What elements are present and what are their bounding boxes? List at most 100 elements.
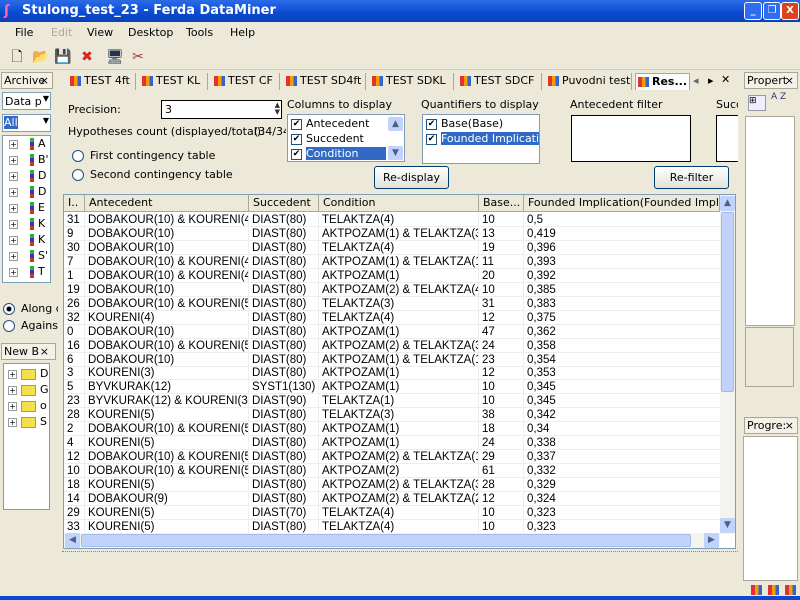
tab-puvodni-test[interactable]: Puvodni test	[546, 73, 632, 90]
table-row[interactable]: 10 DOBAKOUR(10) & KOURENI(5) DIAST(80) AKTP…	[64, 464, 720, 479]
vertical-scroll-thumb[interactable]	[721, 212, 734, 392]
radio-second-contingency[interactable]: Second contingency table	[72, 168, 233, 181]
categorized-icon[interactable]: ⊞	[748, 95, 766, 111]
column-header[interactable]: Base...	[479, 195, 524, 212]
expand-icon[interactable]: +	[9, 204, 18, 213]
table-row[interactable]: 30 DOBAKOUR(10) DIAST(80) TELAKTZA(4) 19 0,39…	[64, 240, 720, 255]
tab-test-4ft[interactable]: TEST 4ft	[68, 73, 136, 90]
archive-tree-item[interactable]: + T	[9, 264, 45, 280]
monitor-icon[interactable]: 🖥	[106, 48, 124, 66]
open-folder-icon[interactable]: 📂	[32, 48, 50, 66]
archive-tree-item[interactable]: + D	[9, 168, 46, 184]
tab-test-sdkl[interactable]: TEST SDKL	[370, 73, 454, 90]
maximize-button[interactable]: ❐	[763, 2, 781, 20]
table-row[interactable]: 29 KOURENI(5) DIAST(70) TELAKTZA(4) 10 0,323	[64, 505, 720, 520]
table-row[interactable]: 5 BYVKURAK(12) SYST1(130) AKTPOZAM(1) 10 0,34…	[64, 380, 720, 395]
table-row[interactable]: 4 KOURENI(5) DIAST(80) AKTPOZAM(1) 24 0,338	[64, 436, 720, 451]
table-row[interactable]: 6 DOBAKOUR(10) DIAST(80) AKTPOZAM(1) & TELA…	[64, 352, 720, 367]
expand-icon[interactable]: +	[9, 188, 18, 197]
table-row[interactable]: 12 DOBAKOUR(10) & KOURENI(5) DIAST(80) AKTP…	[64, 450, 720, 465]
refilter-button[interactable]: Re-filter	[654, 166, 729, 189]
table-row[interactable]: 3 KOURENI(3) DIAST(80) AKTPOZAM(1) 12 0,353	[64, 366, 720, 381]
table-row[interactable]: 32 KOURENI(4) DIAST(80) TELAKTZA(4) 12 0,375	[64, 310, 720, 325]
archive-tree-item[interactable]: + E	[9, 200, 45, 216]
columns-list[interactable]: ✔ Antecedent ✔ Succedent ✔ Condition ▲ ▼	[287, 114, 405, 162]
menu-file[interactable]: File	[15, 26, 33, 39]
scroll-up-icon[interactable]: ▲	[720, 196, 735, 211]
radio-along[interactable]: Along c	[3, 302, 58, 315]
table-row[interactable]: 2 DOBAKOUR(10) & KOURENI(5) DIAST(80) AKTPO…	[64, 422, 720, 437]
expand-icon[interactable]: +	[9, 236, 18, 245]
expand-icon[interactable]: +	[8, 386, 17, 395]
tab-res-[interactable]: Res...	[635, 73, 690, 90]
table-row[interactable]: 28 KOURENI(5) DIAST(80) TELAKTZA(3) 38 0,342	[64, 408, 720, 423]
delete-icon[interactable]: ✖	[78, 48, 96, 66]
archive-tree[interactable]: + A + B' + D + D + E + K + K + S' + T	[2, 135, 51, 283]
scroll-right-icon[interactable]: ▶	[704, 533, 719, 548]
expand-icon[interactable]: +	[9, 140, 18, 149]
expand-icon[interactable]: +	[9, 172, 18, 181]
close-button[interactable]: X	[781, 2, 799, 20]
menu-help[interactable]: Help	[230, 26, 255, 39]
table-row[interactable]: 0 DOBAKOUR(10) DIAST(80) AKTPOZAM(1) 47 0,362	[64, 324, 720, 339]
folder-tree-item[interactable]: + G	[8, 382, 49, 398]
properties-close-icon[interactable]: ×	[785, 73, 794, 88]
expand-icon[interactable]: +	[9, 156, 18, 165]
horizontal-scroll-thumb[interactable]	[81, 534, 691, 547]
precision-stepper[interactable]: 3 ▲ ▼	[161, 100, 282, 119]
newbox-close-icon[interactable]: ×	[40, 344, 49, 359]
data-select[interactable]: Data p ▼	[2, 92, 51, 110]
quantifiers-list[interactable]: ✔Base(Base) ✔Founded Implication	[422, 114, 540, 164]
save-icon[interactable]: 💾	[54, 48, 72, 66]
folder-tree[interactable]: + D + G + o + S	[3, 363, 50, 510]
archive-close-icon[interactable]: ×	[40, 73, 49, 88]
column-header[interactable]: Founded Implication(Founded Implicat...	[524, 195, 720, 212]
tab-test-cf[interactable]: TEST CF	[212, 73, 280, 90]
table-row[interactable]: 26 DOBAKOUR(10) & KOURENI(5) DIAST(80) TELA…	[64, 296, 720, 311]
table-row[interactable]: 18 KOURENI(5) DIAST(80) AKTPOZAM(2) & TELAK…	[64, 478, 720, 493]
hypotheses-grid[interactable]: I.. Antecedent Succedent Condition Base... Fo…	[63, 194, 736, 549]
filter-select[interactable]: All ▼	[2, 114, 51, 132]
horizontal-scrollbar[interactable]: ◀ ▶	[64, 533, 720, 548]
table-row[interactable]: 16 DOBAKOUR(10) & KOURENI(5) DIAST(80) AKTP…	[64, 338, 720, 353]
tab-test-sdcf[interactable]: TEST SDCF	[458, 73, 542, 90]
tab-close-icon[interactable]: ✕	[721, 73, 730, 86]
tab-scroll-right-icon[interactable]: ▸	[708, 74, 714, 87]
progress-close-icon[interactable]: ×	[785, 418, 794, 433]
folder-tree-item[interactable]: + o	[8, 398, 47, 414]
archive-tree-item[interactable]: + S'	[9, 248, 48, 264]
expand-icon[interactable]: +	[9, 268, 18, 277]
quantifier-option-founded-implication[interactable]: ✔Founded Implication	[426, 132, 539, 145]
archive-tree-item[interactable]: + K	[9, 216, 45, 232]
column-header[interactable]: Succedent	[249, 195, 319, 212]
properties-grid[interactable]	[745, 116, 795, 326]
expand-icon[interactable]: +	[8, 402, 17, 411]
columns-scroll-up-icon[interactable]: ▲	[388, 117, 403, 131]
expand-icon[interactable]: +	[9, 220, 18, 229]
antecedent-filter-input[interactable]	[571, 115, 691, 162]
column-option-antecedent[interactable]: ✔ Antecedent	[291, 117, 369, 130]
expand-icon[interactable]: +	[8, 370, 17, 379]
column-header[interactable]: I..	[64, 195, 85, 212]
menu-tools[interactable]: Tools	[186, 26, 213, 39]
menu-edit[interactable]: Edit	[51, 26, 72, 39]
new-file-icon[interactable]: 🗋	[8, 48, 26, 66]
vertical-scrollbar[interactable]: ▲ ▼	[720, 195, 735, 534]
quantifier-option-base[interactable]: ✔ Base(Base)	[426, 117, 503, 130]
table-row[interactable]: 33 KOURENI(5) DIAST(80) TELAKTZA(4) 10 0,323	[64, 519, 720, 534]
folder-tree-item[interactable]: + S	[8, 414, 47, 430]
column-header[interactable]: Condition	[319, 195, 479, 212]
expand-icon[interactable]: +	[9, 252, 18, 261]
archive-tree-item[interactable]: + B'	[9, 152, 49, 168]
table-row[interactable]: 1 DOBAKOUR(10) & KOURENI(4) DIAST(80) AKTPO…	[64, 268, 720, 283]
scroll-left-icon[interactable]: ◀	[65, 533, 80, 548]
table-row[interactable]: 31 DOBAKOUR(10) & KOURENI(4) DIAST(80) TELA…	[64, 213, 720, 227]
redisplay-button[interactable]: Re-display	[374, 166, 449, 189]
archive-tree-item[interactable]: + A	[9, 136, 46, 152]
tools-icon[interactable]: ✂	[129, 48, 147, 66]
folder-tree-item[interactable]: + D	[8, 366, 48, 382]
archive-tree-item[interactable]: + D	[9, 184, 46, 200]
column-option-succedent[interactable]: ✔ Succedent	[291, 132, 364, 145]
expand-icon[interactable]: +	[8, 418, 17, 427]
tab-test-kl[interactable]: TEST KL	[140, 73, 208, 90]
